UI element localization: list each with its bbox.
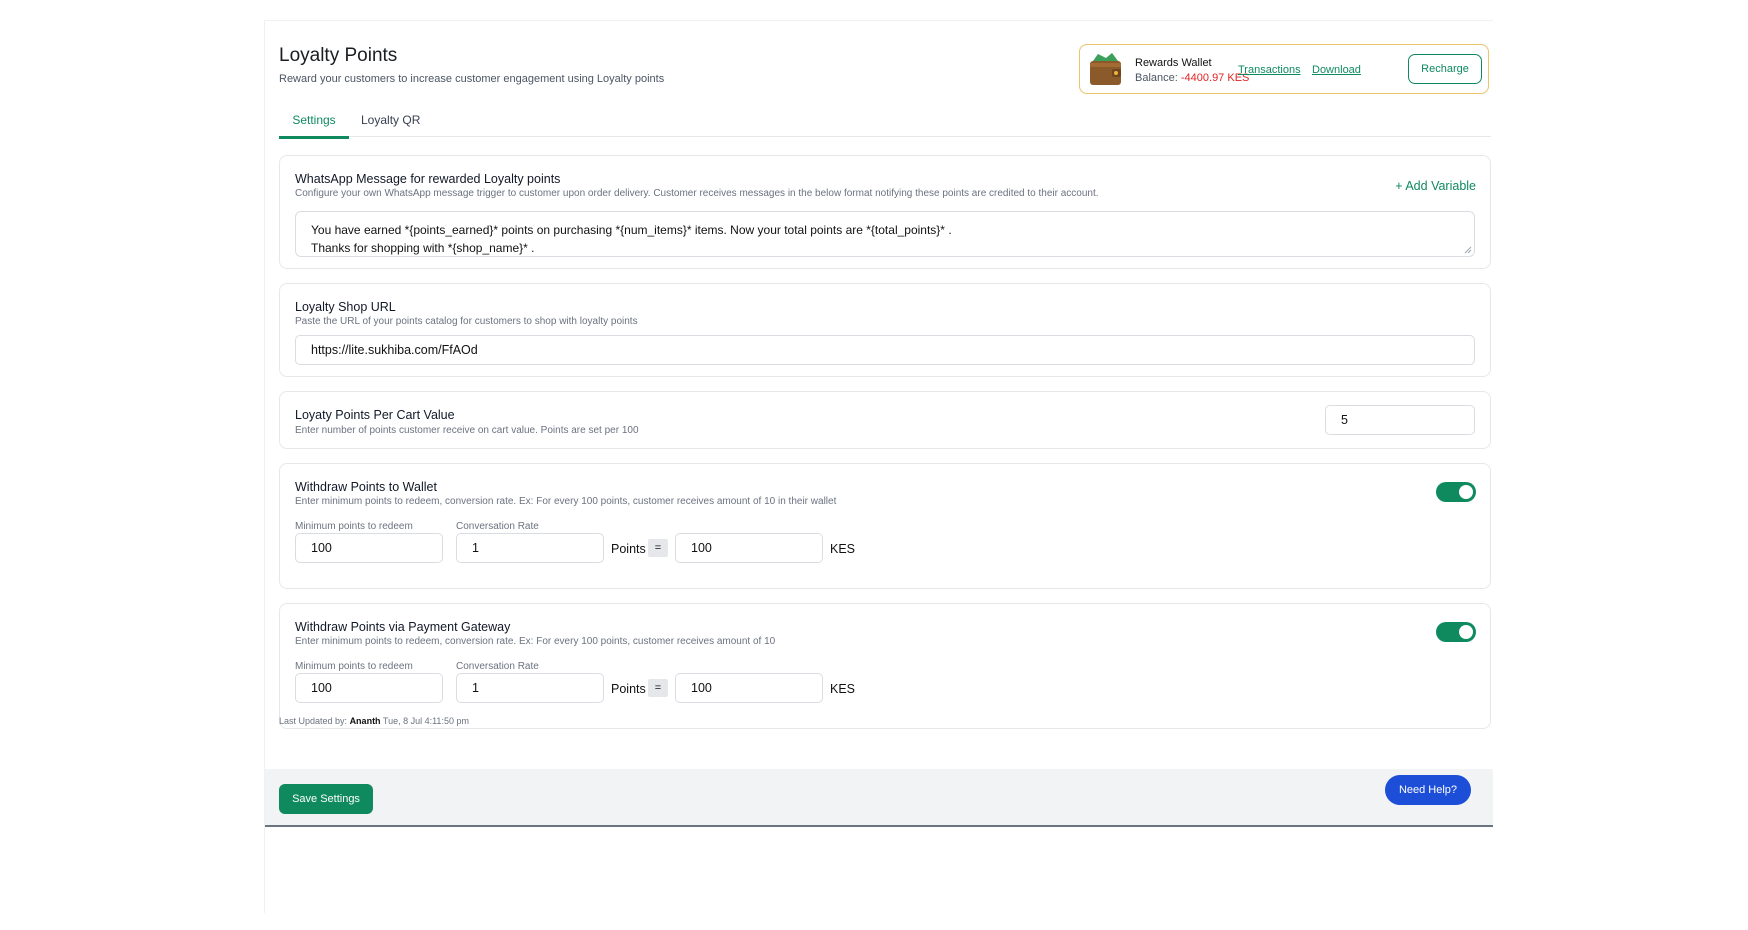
min-points-input[interactable]: 100 [295, 533, 443, 563]
conversion-rate-input[interactable]: 1 [456, 533, 604, 563]
toggle-knob [1459, 485, 1473, 499]
page-title: Loyalty Points [279, 45, 398, 66]
currency-label: KES [830, 682, 856, 696]
last-updated-user: Ananth [349, 716, 381, 726]
message-line-2: Thanks for shopping with *{shop_name}* . [311, 241, 535, 255]
withdraw-wallet-toggle[interactable] [1436, 482, 1476, 502]
wallet-title: Rewards Wallet [1135, 57, 1212, 69]
recharge-button[interactable]: Recharge [1408, 54, 1482, 84]
download-link[interactable]: Download [1312, 64, 1361, 76]
conversion-rate-input[interactable]: 1 [456, 673, 604, 703]
add-variable-button[interactable]: + Add Variable [1395, 179, 1476, 193]
withdraw-gateway-title: Withdraw Points via Payment Gateway [295, 620, 511, 634]
wallet-balance: Balance: -4400.97 KES [1135, 72, 1249, 84]
resize-handle-icon[interactable] [1464, 246, 1472, 254]
tab-settings[interactable]: Settings [279, 110, 349, 139]
whatsapp-card-title: WhatsApp Message for rewarded Loyalty po… [295, 172, 561, 186]
withdraw-wallet-description: Enter minimum points to redeem, conversi… [295, 496, 837, 507]
conversion-rate-label: Conversation Rate [456, 661, 539, 672]
whatsapp-message-textarea[interactable]: You have earned *{points_earned}* points… [295, 211, 1475, 257]
withdraw-wallet-title: Withdraw Points to Wallet [295, 480, 437, 494]
transactions-link[interactable]: Transactions [1238, 64, 1301, 76]
cart-points-input[interactable]: 5 [1325, 405, 1475, 435]
whatsapp-message-card: WhatsApp Message for rewarded Loyalty po… [279, 155, 1491, 269]
last-updated-time: Tue, 8 Jul 4:11:50 pm [382, 716, 469, 726]
need-help-button[interactable]: Need Help? [1385, 775, 1471, 805]
page-header: Loyalty Points Reward your customers to … [279, 45, 664, 85]
withdraw-gateway-toggle[interactable] [1436, 622, 1476, 642]
last-updated: Last Updated by: Ananth Tue, 8 Jul 4:11:… [279, 716, 469, 726]
min-points-input[interactable]: 100 [295, 673, 443, 703]
min-points-label: Minimum points to redeem [295, 521, 413, 532]
loyalty-shop-url-card: Loyalty Shop URL Paste the URL of your p… [279, 283, 1491, 377]
tab-loyalty-qr[interactable]: Loyalty QR [361, 110, 420, 136]
shop-url-input[interactable]: https://lite.sukhiba.com/FfAOd [295, 335, 1475, 365]
tab-bar: Settings Loyalty QR [279, 110, 1491, 139]
withdraw-wallet-card: Withdraw Points to Wallet Enter minimum … [279, 463, 1491, 589]
equals-sign: = [648, 679, 668, 697]
currency-label: KES [830, 542, 856, 556]
cart-value-description: Enter number of points customer receive … [295, 425, 639, 436]
last-updated-label: Last Updated by: [279, 716, 348, 726]
conversion-rate-label: Conversation Rate [456, 521, 539, 532]
equals-sign: = [648, 539, 668, 557]
withdraw-gateway-card: Withdraw Points via Payment Gateway Ente… [279, 603, 1491, 729]
amount-input[interactable]: 100 [675, 673, 823, 703]
toggle-knob [1459, 625, 1473, 639]
page-subtitle: Reward your customers to increase custom… [279, 73, 665, 85]
footer-bar: Save Settings Need Help? [265, 769, 1493, 827]
min-points-label: Minimum points to redeem [295, 661, 413, 672]
amount-input[interactable]: 100 [675, 533, 823, 563]
cart-value-card: Loyaty Points Per Cart Value Enter numbe… [279, 391, 1491, 449]
points-unit-label: Points [611, 682, 646, 696]
cart-value-title: Loyaty Points Per Cart Value [295, 408, 455, 422]
points-unit-label: Points [611, 542, 646, 556]
wallet-icon [1090, 53, 1121, 85]
shop-url-title: Loyalty Shop URL [295, 300, 396, 314]
shop-url-description: Paste the URL of your points catalog for… [295, 316, 638, 327]
message-line-1: You have earned *{points_earned}* points… [311, 223, 952, 237]
save-settings-button[interactable]: Save Settings [279, 784, 373, 814]
whatsapp-card-description: Configure your own WhatsApp message trig… [295, 188, 1099, 199]
loyalty-points-page: Loyalty Points Reward your customers to … [264, 20, 1493, 913]
rewards-wallet-card: Rewards Wallet Balance: -4400.97 KES Tra… [1079, 44, 1489, 94]
withdraw-gateway-description: Enter minimum points to redeem, conversi… [295, 636, 776, 647]
balance-label: Balance: [1135, 72, 1178, 84]
